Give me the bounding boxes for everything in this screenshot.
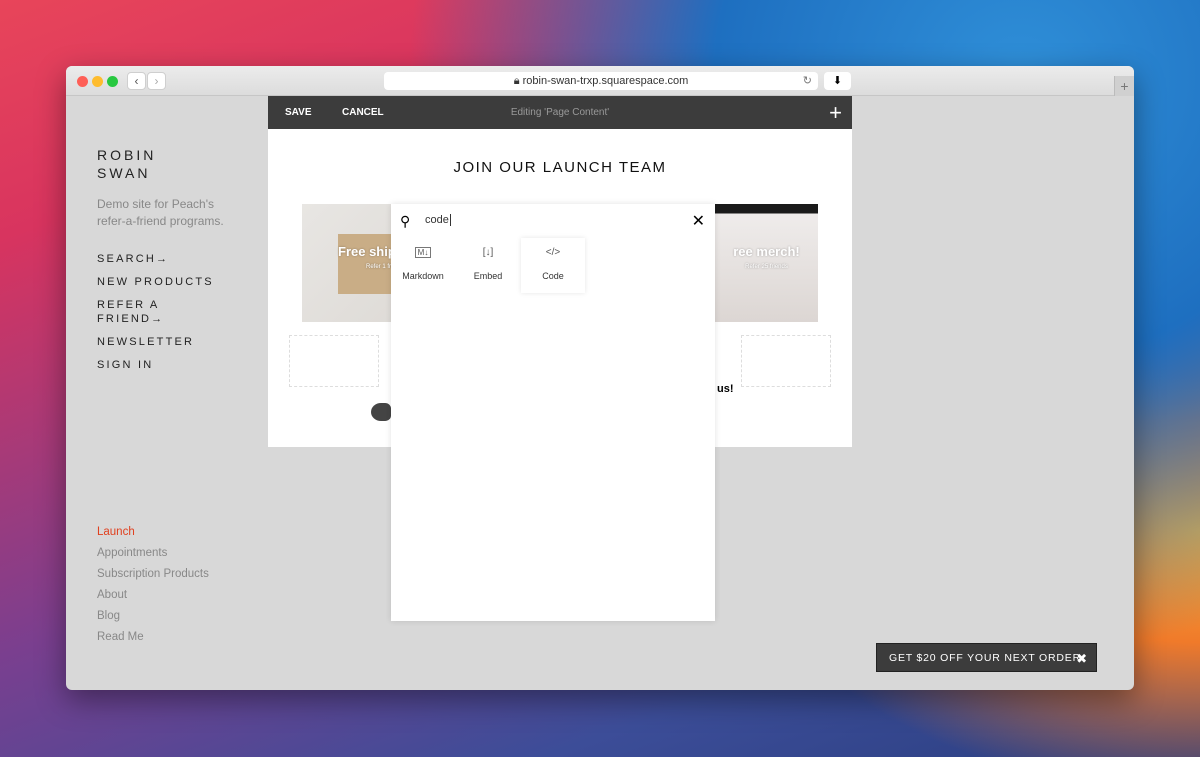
- block-code[interactable]: </> Code: [521, 238, 585, 293]
- promo-label: GET $20 OFF YOUR NEXT ORDER: [889, 652, 1081, 664]
- footer-appointments[interactable]: Appointments: [97, 547, 209, 559]
- block-label: Code: [542, 271, 564, 281]
- block-label: Embed: [473, 271, 503, 281]
- promo-banner[interactable]: GET $20 OFF YOUR NEXT ORDER ✖: [876, 643, 1097, 672]
- forward-button[interactable]: ›: [147, 72, 166, 90]
- editing-status: Editing 'Page Content': [510, 107, 610, 118]
- footer-launch[interactable]: Launch: [97, 526, 209, 538]
- new-tab-button[interactable]: +: [1114, 76, 1134, 96]
- block-label: Markdown: [402, 271, 444, 281]
- tile-subtext: Refer 25 friends: [745, 264, 788, 270]
- code-icon: </>: [545, 247, 561, 258]
- close-promo-icon[interactable]: ✖: [1076, 644, 1088, 673]
- browser-window: ‹ › 🔒︎ robin-swan-trxp.squarespace.com ↻ …: [66, 66, 1134, 690]
- search-icon: ⚲: [400, 213, 411, 229]
- drag-handle-icon[interactable]: [371, 403, 391, 421]
- nav-search[interactable]: SEARCH→: [97, 252, 227, 266]
- nav-newsletter[interactable]: NEWSLETTER: [97, 335, 227, 349]
- minimize-window-button[interactable]: [92, 76, 103, 87]
- footer-nav: Launch Appointments Subscription Product…: [97, 526, 209, 652]
- close-icon[interactable]: ✕: [692, 211, 705, 231]
- empty-block-placeholder[interactable]: [289, 335, 379, 387]
- site-tagline: Demo site for Peach's refer-a-friend pro…: [97, 197, 224, 228]
- block-markdown[interactable]: M↓ Markdown: [391, 238, 455, 293]
- nav-new-products[interactable]: NEW PRODUCTS: [97, 275, 227, 289]
- back-button[interactable]: ‹: [127, 72, 146, 90]
- site-brand[interactable]: ROBIN SWAN: [97, 146, 177, 182]
- footer-read-me[interactable]: Read Me: [97, 631, 209, 643]
- markdown-icon: M↓: [391, 247, 455, 263]
- close-window-button[interactable]: [77, 76, 88, 87]
- nav-sign-in[interactable]: SIGN IN: [97, 358, 227, 372]
- address-bar[interactable]: 🔒︎ robin-swan-trxp.squarespace.com ↻: [384, 72, 818, 90]
- url-text: robin-swan-trxp.squarespace.com: [522, 75, 689, 87]
- footer-about[interactable]: About: [97, 589, 209, 601]
- lock-icon: 🔒︎: [513, 75, 523, 87]
- browser-toolbar: ‹ › 🔒︎ robin-swan-trxp.squarespace.com ↻ …: [66, 66, 1134, 96]
- tile-heading: Free ship: [338, 244, 396, 259]
- empty-block-placeholder[interactable]: [741, 335, 831, 387]
- site-sidebar: ROBIN SWAN Demo site for Peach's refer-a…: [97, 146, 227, 381]
- page-title: JOIN OUR LAUNCH TEAM: [453, 159, 667, 176]
- nav-refer-a-friend[interactable]: REFER A FRIEND→: [97, 298, 167, 326]
- main-nav: SEARCH→ NEW PRODUCTS REFER A FRIEND→ NEW…: [97, 252, 227, 372]
- reload-icon[interactable]: ↻: [803, 72, 812, 90]
- image-tile-merch[interactable]: ree merch! Refer 25 friends: [715, 204, 818, 322]
- footer-blog[interactable]: Blog: [97, 610, 209, 622]
- partial-text: us!: [717, 383, 734, 395]
- editor-toolbar: SAVE CANCEL Editing 'Page Content' +: [268, 96, 852, 129]
- tile-heading: ree merch!: [733, 244, 800, 259]
- page-editor: SAVE CANCEL Editing 'Page Content' + JOI…: [268, 96, 852, 621]
- footer-subscription-products[interactable]: Subscription Products: [97, 568, 209, 580]
- embed-icon: [↓]: [482, 247, 494, 258]
- block-search-input[interactable]: code: [425, 214, 451, 226]
- add-block-button[interactable]: +: [829, 100, 842, 126]
- download-icon[interactable]: ⬇: [824, 72, 851, 90]
- block-picker: ⚲ code ✕ M↓ Markdown [↓] Embed </> Code: [391, 204, 715, 621]
- block-embed[interactable]: [↓] Embed: [456, 238, 520, 293]
- maximize-window-button[interactable]: [107, 76, 118, 87]
